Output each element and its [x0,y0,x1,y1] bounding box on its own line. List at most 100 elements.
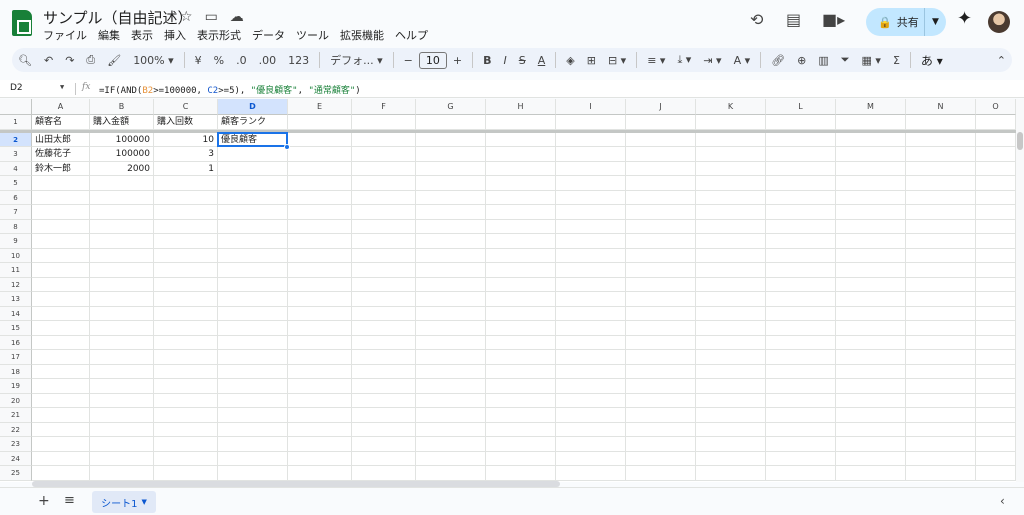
frozen-row-divider[interactable] [0,129,1016,133]
cell-a23[interactable] [32,437,90,452]
insert-comment-icon[interactable]: ⊕ [791,54,812,67]
cell-f1[interactable] [352,115,416,130]
cell-a19[interactable] [32,379,90,394]
row-header-12[interactable]: 12 [0,277,32,292]
cell-m21[interactable] [836,408,906,423]
cell-c4[interactable]: 1 [154,161,218,176]
cell-c6[interactable] [154,190,218,205]
cell-k2[interactable] [696,132,766,147]
cell-o5[interactable] [976,176,1016,191]
row-header-7[interactable]: 7 [0,205,32,220]
cell-f8[interactable] [352,219,416,234]
cell-i17[interactable] [556,350,626,365]
cell-f9[interactable] [352,234,416,249]
cell-i11[interactable] [556,263,626,278]
cell-n7[interactable] [906,205,976,220]
column-header-c[interactable]: C [154,99,218,115]
cell-h21[interactable] [486,408,556,423]
font-select[interactable]: デフォ... ▾ [324,52,389,68]
document-title[interactable]: サンプル（自由記述） [43,7,193,28]
cell-l7[interactable] [766,205,836,220]
cell-e8[interactable] [288,219,352,234]
cell-o7[interactable] [976,205,1016,220]
cell-b21[interactable] [90,408,154,423]
cell-e22[interactable] [288,422,352,437]
cell-l19[interactable] [766,379,836,394]
cell-m14[interactable] [836,306,906,321]
cell-b5[interactable] [90,176,154,191]
cell-l13[interactable] [766,292,836,307]
cell-n16[interactable] [906,335,976,350]
cell-g15[interactable] [416,321,486,336]
cell-l16[interactable] [766,335,836,350]
cell-o16[interactable] [976,335,1016,350]
cell-c20[interactable] [154,393,218,408]
column-header-f[interactable]: F [352,99,416,115]
row-header-20[interactable]: 20 [0,393,32,408]
cell-a24[interactable] [32,451,90,466]
cell-k10[interactable] [696,248,766,263]
cell-f12[interactable] [352,277,416,292]
cell-l14[interactable] [766,306,836,321]
user-avatar[interactable] [988,11,1010,33]
cell-m5[interactable] [836,176,906,191]
cell-k12[interactable] [696,277,766,292]
horizontal-align-icon[interactable]: ≡ ▾ [641,54,671,67]
cell-c3[interactable]: 3 [154,147,218,162]
cell-g13[interactable] [416,292,486,307]
cell-f15[interactable] [352,321,416,336]
cell-j23[interactable] [626,437,696,452]
strikethrough-icon[interactable]: S [513,54,532,67]
cell-b11[interactable] [90,263,154,278]
cell-h18[interactable] [486,364,556,379]
cell-g8[interactable] [416,219,486,234]
bold-icon[interactable]: B [477,54,497,67]
cell-i9[interactable] [556,234,626,249]
vertical-align-icon[interactable]: ⤓ ▾ [671,53,697,67]
cell-d11[interactable] [218,263,288,278]
search-icon[interactable]: 🔍︎ [12,54,38,67]
cell-f11[interactable] [352,263,416,278]
cell-d7[interactable] [218,205,288,220]
row-header-25[interactable]: 25 [0,466,32,481]
cell-d25[interactable] [218,466,288,481]
cell-n24[interactable] [906,451,976,466]
cell-a10[interactable] [32,248,90,263]
cell-d19[interactable] [218,379,288,394]
cell-b17[interactable] [90,350,154,365]
fill-handle[interactable] [284,144,290,150]
cell-m17[interactable] [836,350,906,365]
cell-f18[interactable] [352,364,416,379]
cell-i25[interactable] [556,466,626,481]
undo-icon[interactable]: ↶ [38,54,59,67]
cell-b9[interactable] [90,234,154,249]
cell-j19[interactable] [626,379,696,394]
cell-a22[interactable] [32,422,90,437]
cell-i5[interactable] [556,176,626,191]
row-header-6[interactable]: 6 [0,190,32,205]
cell-n12[interactable] [906,277,976,292]
row-header-2[interactable]: 2 [0,132,32,147]
cell-o10[interactable] [976,248,1016,263]
cell-i1[interactable] [556,115,626,130]
row-header-18[interactable]: 18 [0,364,32,379]
cell-c23[interactable] [154,437,218,452]
text-color-icon[interactable]: A [532,54,552,67]
menu-extensions[interactable]: 拡張機能 [340,27,384,43]
cell-o17[interactable] [976,350,1016,365]
text-wrap-icon[interactable]: ⇥ ▾ [697,54,727,67]
version-history-icon[interactable]: ⟲ [750,10,763,29]
cell-h22[interactable] [486,422,556,437]
cell-k4[interactable] [696,161,766,176]
column-header-e[interactable]: E [288,99,352,115]
fill-color-icon[interactable]: ◈ [560,54,580,67]
cell-j11[interactable] [626,263,696,278]
cell-i14[interactable] [556,306,626,321]
cell-c17[interactable] [154,350,218,365]
row-header-13[interactable]: 13 [0,292,32,307]
menu-help[interactable]: ヘルプ [395,27,428,43]
cell-a1[interactable]: 顧客名 [32,115,90,130]
cell-n25[interactable] [906,466,976,481]
cell-n17[interactable] [906,350,976,365]
menu-file[interactable]: ファイル [43,27,87,43]
